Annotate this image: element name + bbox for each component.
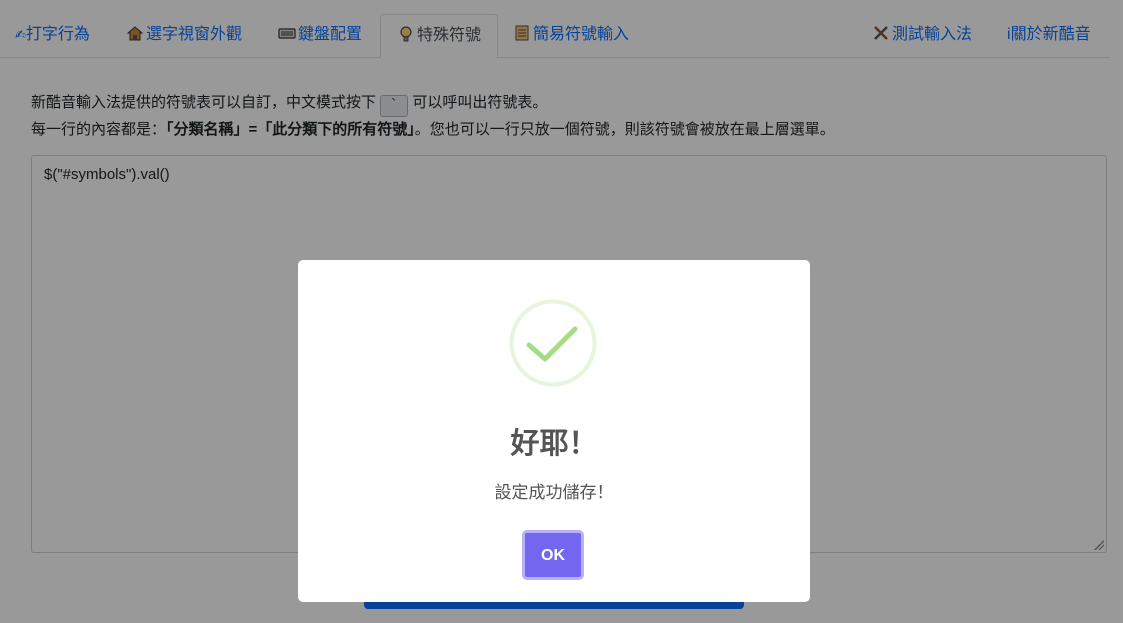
checkmark-icon (509, 299, 597, 387)
dialog-message: 設定成功儲存！ (494, 483, 614, 502)
success-dialog: 好耶！ 設定成功儲存！ OK (298, 260, 810, 602)
ok-button[interactable]: OK (522, 530, 584, 580)
dialog-title: 好耶！ (510, 428, 598, 460)
